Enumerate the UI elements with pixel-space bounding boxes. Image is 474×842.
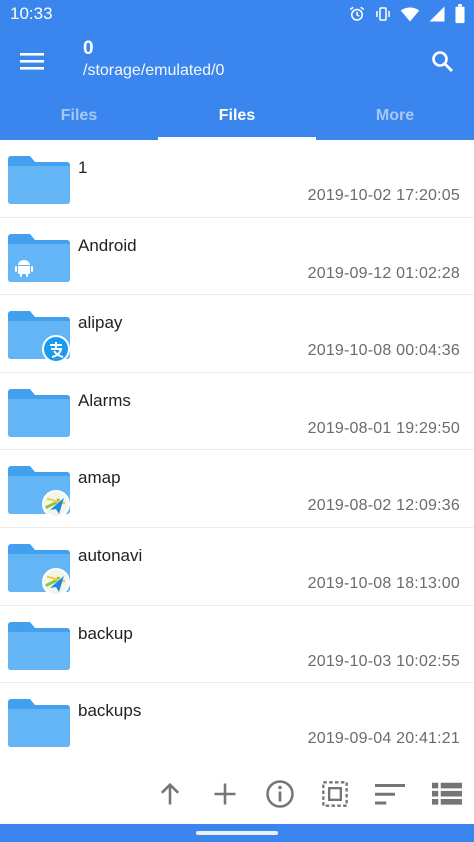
tab-files-left[interactable]: Files bbox=[0, 94, 158, 140]
file-row[interactable]: autonavi 2019-10-08 18:13:00 bbox=[0, 528, 474, 606]
arrow-up-icon bbox=[160, 782, 180, 805]
file-modified-date: 2019-10-03 10:02:55 bbox=[307, 652, 460, 670]
app-bar: 0 /storage/emulated/0 bbox=[0, 28, 474, 94]
plus-icon bbox=[214, 783, 236, 805]
android-icon bbox=[12, 256, 36, 285]
tab-files-active[interactable]: Files bbox=[158, 94, 316, 140]
folder-icon bbox=[8, 154, 70, 204]
file-row[interactable]: Android 2019-09-12 01:02:28 bbox=[0, 218, 474, 296]
tab-more[interactable]: More bbox=[316, 94, 474, 140]
file-name: Alarms bbox=[78, 390, 131, 410]
file-name: 1 bbox=[78, 158, 88, 177]
file-name: Android bbox=[78, 235, 137, 255]
sort-icon bbox=[375, 784, 405, 805]
folder-icon bbox=[8, 620, 70, 670]
file-name: autonavi bbox=[78, 545, 143, 565]
file-row[interactable]: alipay 2019-10-08 00:04:36 bbox=[0, 295, 474, 373]
go-up-button[interactable] bbox=[154, 778, 186, 810]
file-name: alipay bbox=[78, 313, 123, 333]
file-row[interactable]: Alarms 2019-08-01 19:29:50 bbox=[0, 373, 474, 451]
select-all-button[interactable] bbox=[319, 778, 351, 810]
file-row[interactable]: backups 2019-09-04 20:41:21 bbox=[0, 683, 474, 760]
status-icons bbox=[348, 4, 466, 24]
sort-button[interactable] bbox=[374, 778, 406, 810]
file-modified-date: 2019-10-08 00:04:36 bbox=[307, 342, 460, 360]
file-modified-date: 2019-09-04 20:41:21 bbox=[307, 730, 460, 748]
view-list-icon bbox=[432, 782, 462, 805]
info-button[interactable] bbox=[264, 778, 296, 810]
file-modified-date: 2019-10-08 18:13:00 bbox=[307, 574, 460, 592]
status-bar: 10:33 bbox=[0, 0, 474, 28]
file-row[interactable]: backup 2019-10-03 10:02:55 bbox=[0, 606, 474, 684]
file-name: amap bbox=[78, 468, 121, 488]
file-row[interactable]: amap 2019-08-02 12:09:36 bbox=[0, 450, 474, 528]
file-modified-date: 2019-08-01 19:29:50 bbox=[307, 419, 460, 437]
menu-icon bbox=[20, 53, 44, 70]
title-block: 0 /storage/emulated/0 bbox=[83, 38, 224, 82]
file-name: backup bbox=[78, 623, 133, 643]
file-name: backups bbox=[78, 701, 142, 721]
page-title: 0 bbox=[83, 38, 94, 59]
info-icon bbox=[266, 780, 294, 808]
bottom-toolbar bbox=[0, 762, 474, 824]
view-mode-button[interactable] bbox=[431, 778, 463, 810]
select-all-icon bbox=[322, 781, 348, 807]
folder-icon bbox=[8, 697, 70, 748]
current-path: /storage/emulated/0 bbox=[83, 62, 225, 79]
amap-icon bbox=[42, 567, 70, 601]
alipay-icon bbox=[42, 335, 70, 368]
menu-button[interactable] bbox=[14, 43, 50, 79]
system-nav-bar bbox=[0, 824, 474, 842]
file-modified-date: 2019-08-02 12:09:36 bbox=[307, 497, 460, 515]
add-button[interactable] bbox=[209, 778, 241, 810]
tab-bar: Files Files More bbox=[0, 94, 474, 140]
signal-icon bbox=[428, 5, 446, 23]
wifi-icon bbox=[400, 5, 420, 23]
file-modified-date: 2019-09-12 01:02:28 bbox=[307, 264, 460, 282]
amap-icon bbox=[42, 490, 70, 523]
vibrate-icon bbox=[374, 5, 392, 23]
alarm-icon bbox=[348, 5, 366, 23]
file-modified-date: 2019-10-02 17:20:05 bbox=[307, 187, 460, 204]
folder-icon bbox=[8, 387, 70, 437]
search-button[interactable] bbox=[424, 43, 460, 79]
status-time: 10:33 bbox=[10, 4, 53, 23]
file-list: 1 2019-10-02 17:20:05 Android 2019-09-12 01… bbox=[0, 140, 474, 760]
file-row[interactable]: 1 2019-10-02 17:20:05 bbox=[0, 140, 474, 218]
home-handle[interactable] bbox=[196, 831, 278, 835]
search-icon bbox=[432, 51, 453, 72]
battery-icon bbox=[454, 4, 466, 24]
